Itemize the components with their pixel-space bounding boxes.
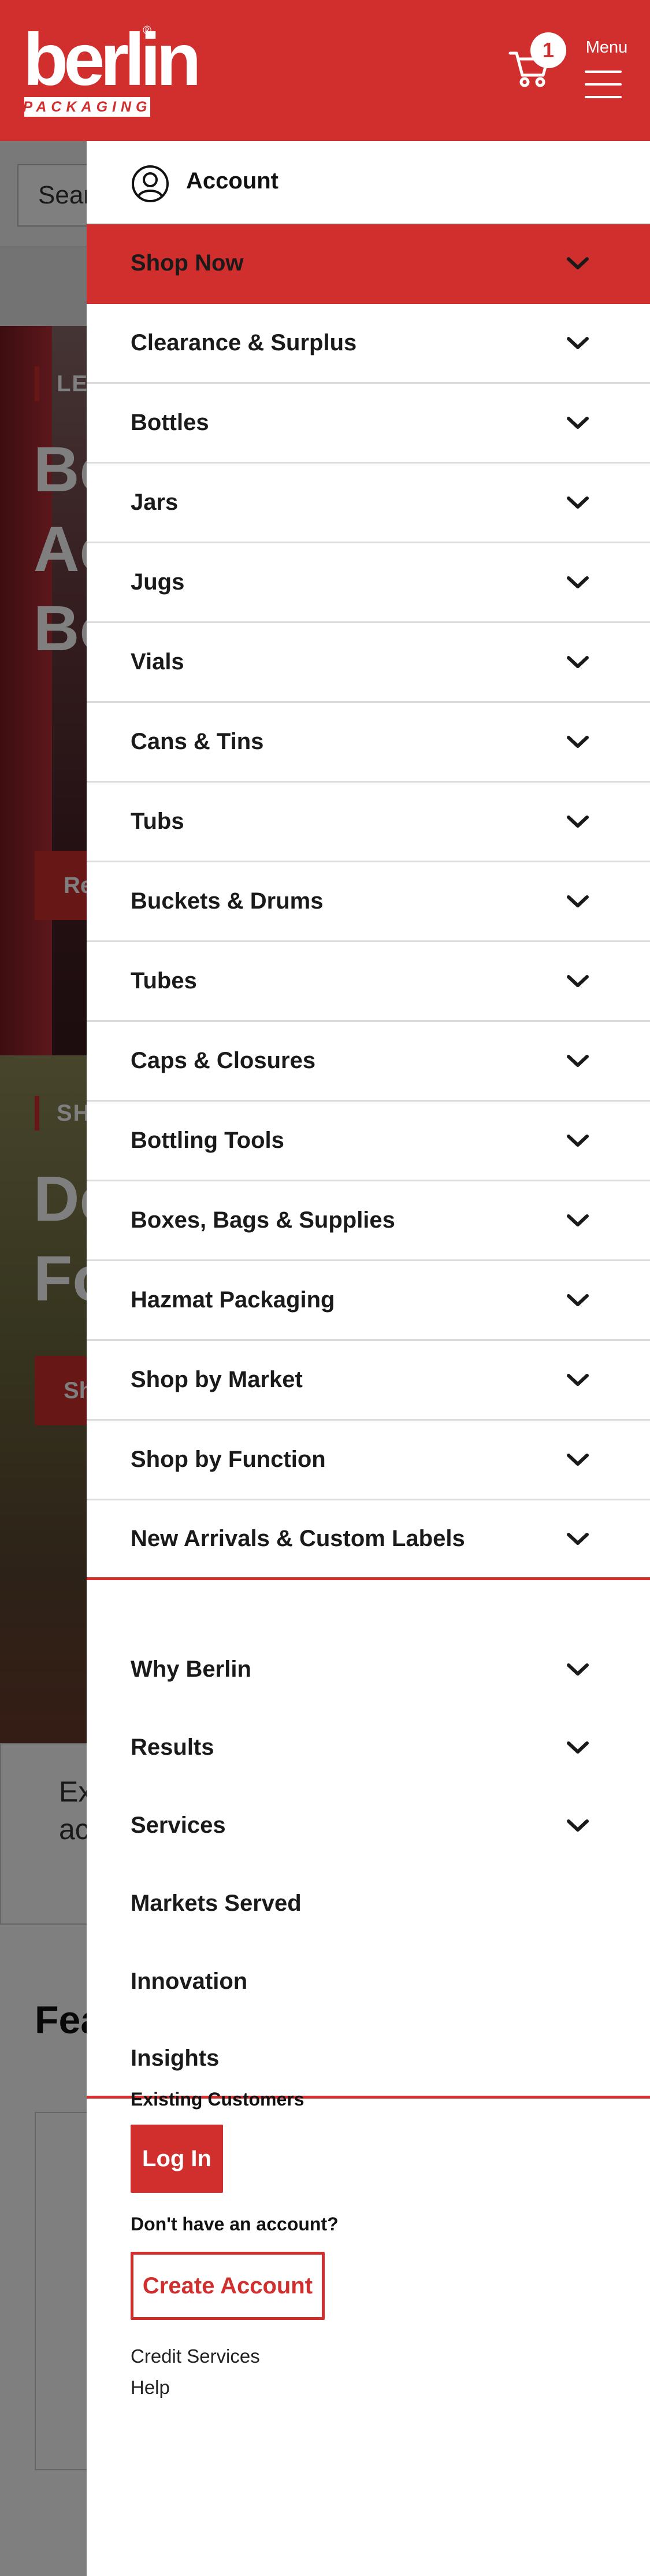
menu-item-buckets-and-drums[interactable]: Buckets & Drums: [87, 862, 650, 942]
menu-item-innovation[interactable]: Innovation: [87, 1943, 650, 2021]
chevron-down-icon: [567, 655, 589, 668]
menu-item-jugs[interactable]: Jugs: [87, 543, 650, 623]
menu-item-label: Bottles: [131, 410, 209, 435]
chevron-down-icon: [567, 1054, 589, 1067]
menu-item-jars[interactable]: Jars: [87, 464, 650, 543]
menu-item-services[interactable]: Services: [87, 1786, 650, 1865]
chevron-down-icon: [567, 416, 589, 429]
chevron-down-icon: [567, 576, 589, 588]
account-label: Account: [186, 168, 278, 194]
menu-item-new-arrivals-and-custom-labels[interactable]: New Arrivals & Custom Labels: [87, 1500, 650, 1580]
menu-item-label: New Arrivals & Custom Labels: [131, 1526, 465, 1551]
chevron-down-icon: [567, 815, 589, 828]
menu-item-label: Results: [131, 1734, 214, 1760]
menu-item-why-berlin[interactable]: Why Berlin: [87, 1630, 650, 1708]
chevron-down-icon: [567, 1214, 589, 1226]
menu-item-hazmat-packaging[interactable]: Hazmat Packaging: [87, 1261, 650, 1341]
no-account-label: Don't have an account?: [131, 2214, 339, 2234]
menu-item-label: Shop by Function: [131, 1447, 326, 1472]
chevron-down-icon: [567, 1134, 589, 1147]
menu-item-label: Bottling Tools: [131, 1128, 284, 1153]
menu-item-label: Shop Now: [131, 250, 244, 276]
chevron-down-icon: [567, 974, 589, 987]
menu-item-label: Hazmat Packaging: [131, 1287, 335, 1313]
menu-item-vials[interactable]: Vials: [87, 623, 650, 703]
menu-item-shop-by-function[interactable]: Shop by Function: [87, 1421, 650, 1500]
menu-item-bottling-tools[interactable]: Bottling Tools: [87, 1102, 650, 1181]
site-header: berlin ® PACKAGING 1 Menu: [0, 0, 650, 141]
menu-item-label: Services: [131, 1813, 226, 1838]
chevron-down-icon: [567, 496, 589, 509]
menu-item-label: Insights: [131, 2045, 220, 2071]
cart-count-badge: 1: [530, 32, 566, 68]
cart-button[interactable]: 1: [508, 32, 572, 96]
menu-item-label: Caps & Closures: [131, 1048, 316, 1073]
menu-item-label: Cans & Tins: [131, 729, 264, 754]
menu-item-cans-and-tins[interactable]: Cans & Tins: [87, 703, 650, 783]
menu-item-caps-and-closures[interactable]: Caps & Closures: [87, 1022, 650, 1102]
logo-subtext: PACKAGING: [23, 98, 152, 115]
menu-item-label: Clearance & Surplus: [131, 330, 357, 355]
menu-item-label: Buckets & Drums: [131, 888, 324, 914]
chevron-down-icon: [567, 1373, 589, 1386]
chevron-down-icon: [567, 1663, 589, 1676]
logo-registered-mark: ®: [143, 24, 151, 37]
menu-item-shop-now[interactable]: Shop Now: [87, 224, 650, 304]
menu-item-label: Vials: [131, 649, 184, 674]
chevron-down-icon: [567, 257, 589, 269]
chevron-down-icon: [567, 336, 589, 349]
nav-drawer: Account Shop Now Clearance & Surplus Bottl…: [87, 141, 650, 2576]
menu-item-tubes[interactable]: Tubes: [87, 942, 650, 1022]
menu-item-boxes-bags-and-supplies[interactable]: Boxes, Bags & Supplies: [87, 1181, 650, 1261]
chevron-down-icon: [567, 1741, 589, 1754]
menu-item-insights[interactable]: Insights: [87, 2021, 650, 2099]
logo-subbar: PACKAGING: [23, 97, 152, 117]
berlin-logo[interactable]: berlin ® PACKAGING: [23, 23, 201, 117]
credit-services-link[interactable]: Credit Services: [131, 2345, 260, 2367]
menu-label: Menu: [585, 38, 628, 57]
create-account-button[interactable]: Create Account: [131, 2252, 325, 2320]
menu-item-label: Jugs: [131, 569, 185, 595]
drawer-footer: Existing Customers Log In Don't have an …: [131, 2089, 627, 2398]
account-link[interactable]: Account: [87, 141, 650, 224]
chevron-down-icon: [567, 1293, 589, 1306]
menu-item-label: Jars: [131, 490, 179, 515]
shop-menu-list: Shop Now Clearance & Surplus Bottles Jars Ju…: [87, 224, 650, 1580]
menu-item-results[interactable]: Results: [87, 1708, 650, 1786]
help-link[interactable]: Help: [131, 2377, 170, 2399]
menu-item-clearance-and-surplus[interactable]: Clearance & Surplus: [87, 304, 650, 384]
user-circle-icon: [132, 165, 169, 202]
chevron-down-icon: [567, 735, 589, 748]
menu-item-label: Tubes: [131, 968, 197, 994]
menu-item-shop-by-market[interactable]: Shop by Market: [87, 1341, 650, 1421]
chevron-down-icon: [567, 1819, 589, 1832]
menu-item-label: Why Berlin: [131, 1656, 251, 1682]
menu-item-label: Innovation: [131, 1969, 248, 1994]
menu-item-bottles[interactable]: Bottles: [87, 384, 650, 464]
login-button[interactable]: Log In: [131, 2125, 223, 2193]
menu-item-label: Tubs: [131, 809, 184, 834]
secondary-menu-list: Why Berlin Results Services Markets Served I…: [87, 1630, 650, 2099]
chevron-down-icon: [567, 1532, 589, 1545]
menu-item-label: Shop by Market: [131, 1367, 303, 1392]
chevron-down-icon: [567, 895, 589, 907]
hamburger-icon: [585, 71, 622, 98]
menu-item-markets-served[interactable]: Markets Served: [87, 1865, 650, 1943]
menu-toggle-button[interactable]: Menu: [578, 38, 636, 102]
chevron-down-icon: [567, 1453, 589, 1466]
logo-wordmark: berlin: [23, 18, 201, 101]
existing-customers-label: Existing Customers: [131, 2089, 304, 2110]
menu-item-label: Markets Served: [131, 1891, 302, 1916]
menu-item-tubs[interactable]: Tubs: [87, 783, 650, 862]
menu-item-label: Boxes, Bags & Supplies: [131, 1207, 395, 1233]
